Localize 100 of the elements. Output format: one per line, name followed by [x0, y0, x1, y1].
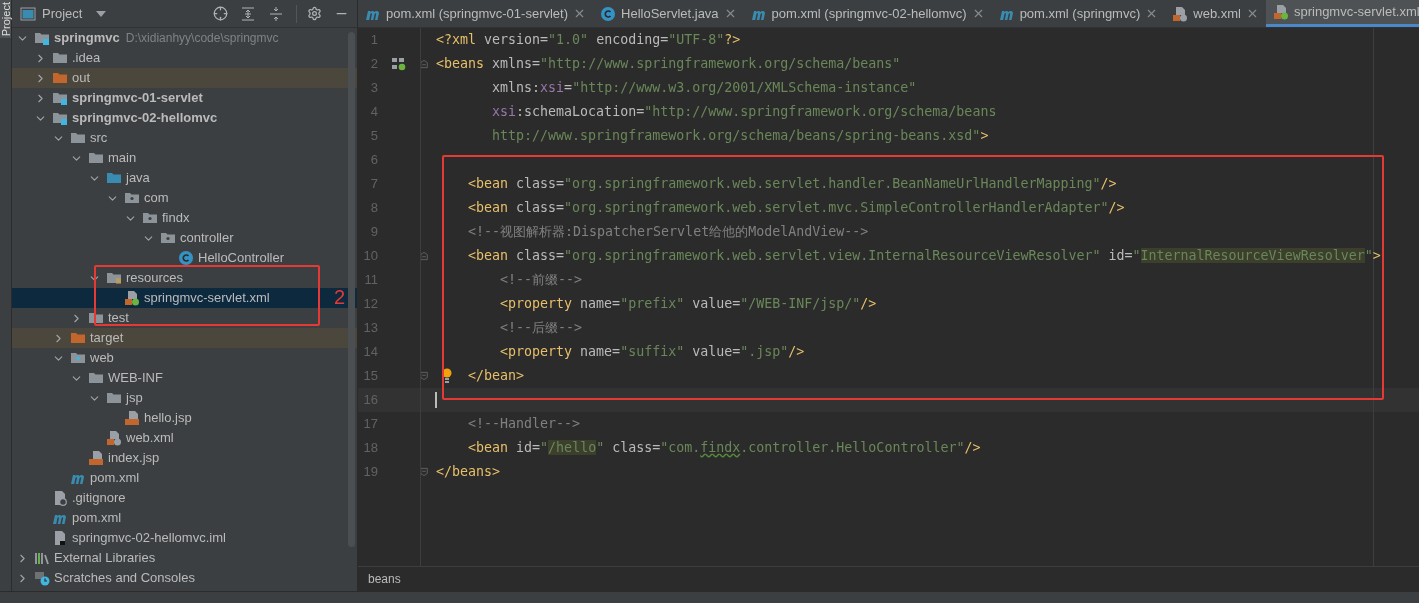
dropdown-caret-icon[interactable] [96, 10, 107, 17]
class-icon [600, 5, 617, 22]
tree-item[interactable]: springmvc D:\xidianhyy\code\springmvc [12, 28, 357, 48]
tree-item[interactable]: hello.jsp [12, 408, 357, 428]
xml-file-icon [1172, 5, 1189, 22]
item-label: web.xml [126, 429, 174, 448]
item-label: .gitignore [72, 489, 126, 508]
fold-icon[interactable] [420, 466, 428, 478]
tree-item[interactable]: .idea [12, 48, 357, 68]
editor-tab[interactable]: pom.xml (springmvc) [991, 0, 1166, 27]
tree-item[interactable]: target [12, 328, 357, 348]
code-line: </bean> [468, 367, 525, 386]
folder-icon [52, 70, 68, 86]
editor-tab[interactable]: springmvc-servlet.xml [1265, 0, 1419, 27]
item-label: findx [162, 209, 190, 228]
fold-icon[interactable] [420, 370, 428, 382]
editor-tab[interactable]: pom.xml (springmvc-01-servlet) [358, 0, 594, 27]
code-line: <bean class="org.springframework.web.servlet.mvc.SimpleControllerHandlerAdapter"/> [467, 199, 1125, 218]
editor-tab[interactable]: pom.xml (springmvc-02-hellomvc) [743, 0, 992, 27]
tree-item[interactable]: java [12, 168, 357, 188]
tree-item[interactable]: resources [12, 268, 357, 288]
tree-item[interactable]: com [12, 188, 357, 208]
xml-file-icon [1272, 4, 1289, 20]
expand-all-icon[interactable] [240, 5, 256, 22]
locate-icon[interactable] [213, 6, 228, 21]
line-number: 17 [362, 415, 378, 434]
annotation-number: 2 [334, 286, 346, 308]
scrollbar[interactable] [348, 32, 355, 547]
tree-item[interactable]: springmvc-02-hellomvc.iml [12, 528, 357, 548]
scratches-icon [34, 570, 50, 586]
item-label: WEB-INF [108, 369, 163, 388]
breadcrumb-item[interactable]: beans [368, 570, 401, 588]
folder-icon [106, 390, 122, 406]
tree-item[interactable]: WEB-INF [12, 368, 357, 388]
tree-item[interactable]: HelloController [12, 248, 357, 268]
fold-icon[interactable] [420, 250, 428, 262]
tree-item[interactable]: jsp [12, 388, 357, 408]
code-line: <!--后缀--> [499, 319, 583, 338]
line-number: 4 [369, 103, 378, 122]
item-label: External Libraries [54, 549, 156, 568]
code-line: <property name="suffix" value=".jsp"/> [499, 343, 805, 362]
folder-icon [88, 310, 104, 326]
file-icon [52, 490, 68, 506]
item-label: springmvc-01-servlet [72, 89, 203, 108]
lightbulb-icon[interactable] [442, 368, 452, 384]
tree-item[interactable]: src [12, 128, 357, 148]
line-number: 15 [362, 367, 378, 386]
code-line: xsi:schemaLocation="http://www.springframework.org/schema/beans [491, 103, 997, 122]
bean-gutter-icon[interactable] [391, 57, 407, 71]
libraries-icon [34, 550, 50, 566]
item-label: springmvc-servlet.xml [144, 289, 270, 308]
text-caret [435, 392, 437, 408]
tree-item[interactable]: pom.xml [12, 468, 357, 488]
tree-item[interactable]: Scratches and Consoles [12, 568, 357, 588]
line-number: 14 [362, 343, 378, 362]
xml-file-icon [124, 290, 140, 306]
tree-item[interactable]: springmvc-01-servlet [12, 88, 357, 108]
tree-item[interactable]: web [12, 348, 357, 368]
folder-icon [88, 150, 104, 166]
project-side-tab[interactable]: Project [0, 0, 11, 39]
tree-item[interactable]: External Libraries [12, 548, 357, 568]
item-label: com [144, 189, 169, 208]
item-label: web [90, 349, 114, 368]
editor-tab[interactable]: web.xml [1165, 0, 1266, 27]
item-label: HelloController [198, 249, 284, 268]
tree-item[interactable]: findx [12, 208, 357, 228]
folder-icon [160, 230, 176, 246]
tree-item[interactable]: test [12, 308, 357, 328]
editor-tab[interactable]: HelloServlet.java [593, 0, 744, 27]
line-number: 7 [369, 175, 378, 194]
fold-icon[interactable] [420, 58, 428, 70]
item-label: .idea [72, 49, 101, 68]
item-label: pom.xml [72, 509, 122, 528]
item-label: resources [126, 269, 184, 288]
line-number: 18 [362, 439, 378, 458]
tree-item[interactable]: pom.xml [12, 508, 357, 528]
tree-item[interactable]: index.jsp [12, 448, 357, 468]
folder-icon [52, 50, 68, 66]
panel-title: Project [42, 4, 83, 23]
tree-item[interactable]: springmvc-02-hellomvc [12, 108, 357, 128]
code-line: xmlns:xsi="http://www.w3.org/2001/XMLSchema-instance" [491, 79, 917, 98]
collapse-all-icon[interactable] [268, 5, 284, 22]
line-number: 1 [369, 31, 378, 50]
item-label: target [90, 329, 124, 348]
folder-icon [106, 270, 122, 286]
tree-item[interactable]: controller [12, 228, 357, 248]
tree-item[interactable]: out [12, 68, 357, 88]
tree-item[interactable]: main [12, 148, 357, 168]
line-number: 2 [369, 55, 378, 74]
jsp-file-icon [88, 450, 104, 466]
code-line: <!--Handler--> [467, 415, 581, 434]
line-number: 19 [362, 463, 378, 482]
settings-icon[interactable] [307, 6, 322, 21]
class-icon [178, 250, 194, 266]
item-path: D:\xidianhyy\code\springmvc [125, 30, 279, 47]
line-number: 8 [369, 199, 378, 218]
code-line: <beans xmlns="http://www.springframework.org/schema/beans" [436, 55, 901, 74]
tree-item[interactable]: web.xml [12, 428, 357, 448]
tree-item[interactable]: .gitignore [12, 488, 357, 508]
folder-icon [34, 30, 50, 46]
